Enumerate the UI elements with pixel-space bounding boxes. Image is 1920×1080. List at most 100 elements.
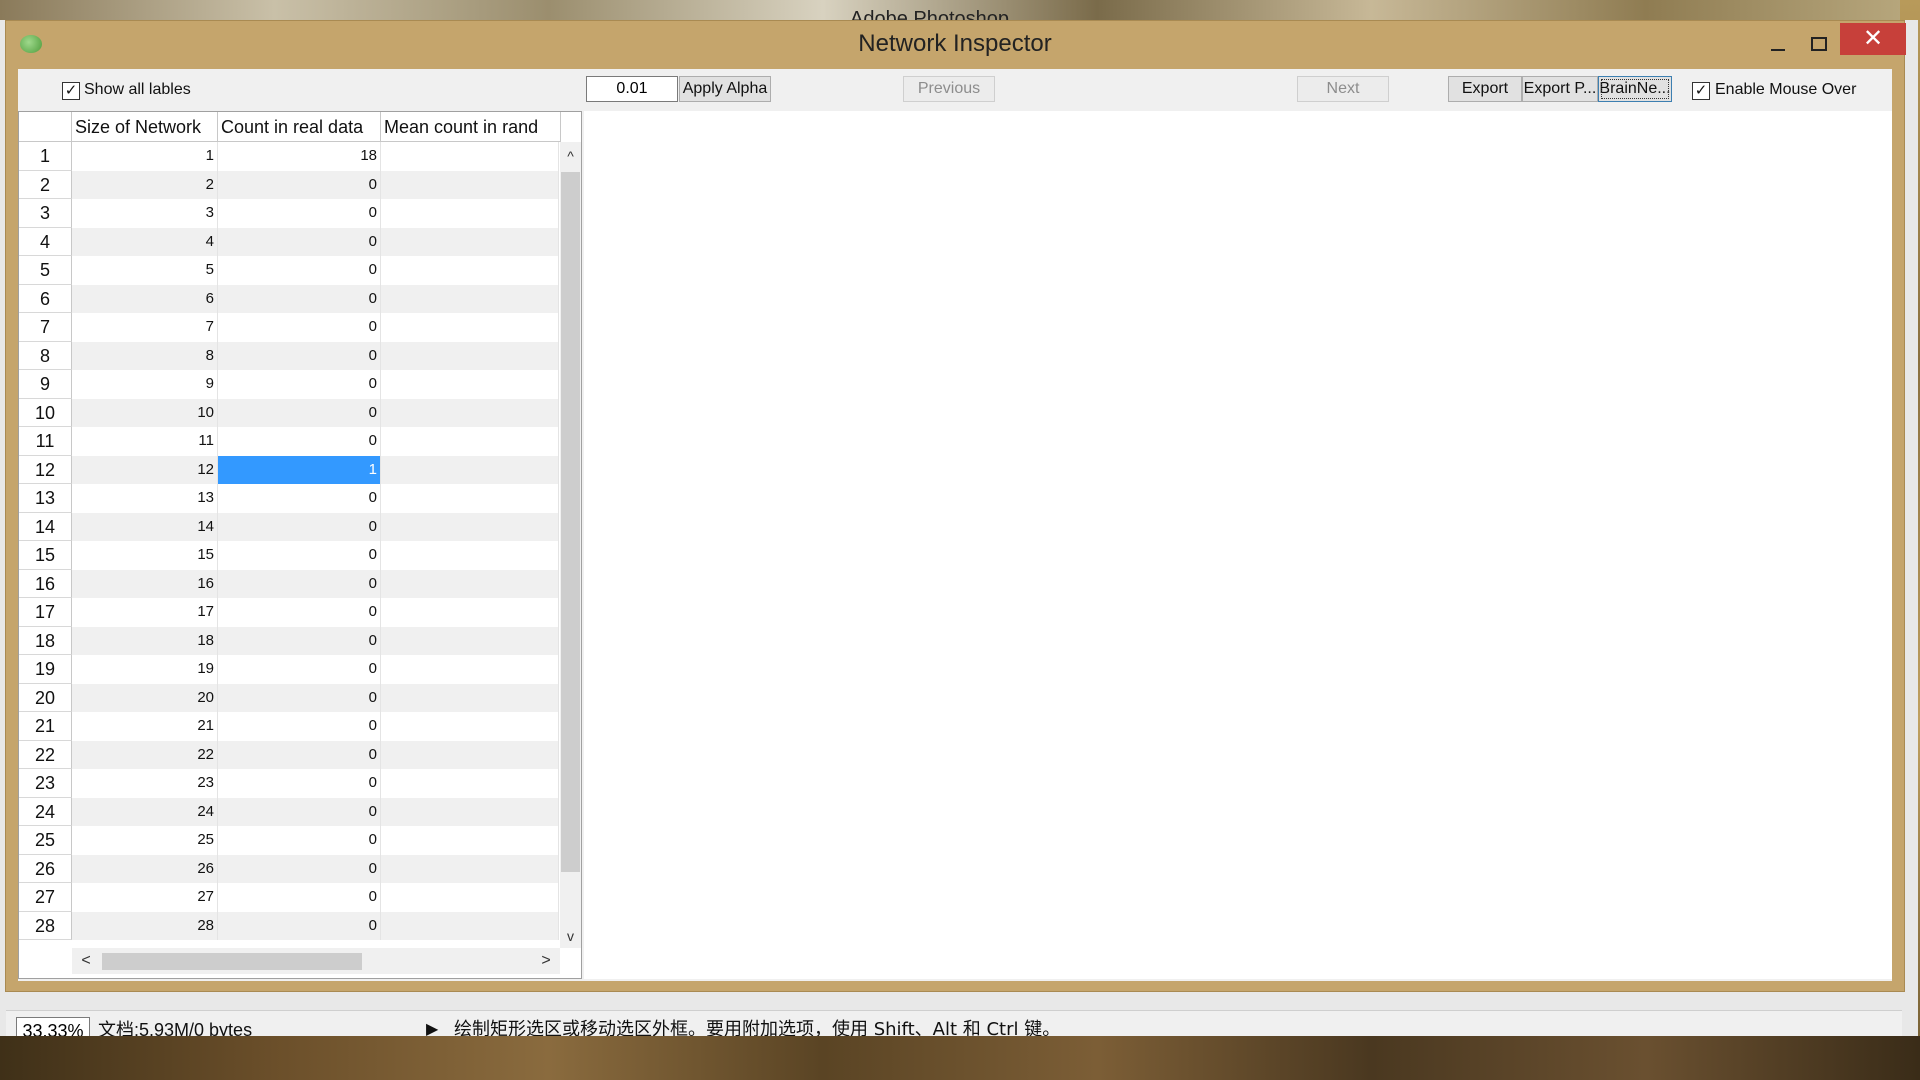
table-row[interactable]: 660: [19, 284, 559, 313]
cell-mean[interactable]: [381, 341, 559, 370]
row-number[interactable]: 17: [19, 598, 72, 627]
cell-size[interactable]: 13: [72, 484, 218, 513]
cell-size[interactable]: 19: [72, 655, 218, 684]
cell-count[interactable]: 0: [218, 512, 381, 541]
cell-count[interactable]: 0: [218, 797, 381, 826]
horizontal-scroll-thumb[interactable]: [102, 953, 362, 970]
cell-mean[interactable]: [381, 655, 559, 684]
cell-mean[interactable]: [381, 284, 559, 313]
cell-size[interactable]: 26: [72, 854, 218, 883]
next-button[interactable]: Next: [1297, 76, 1389, 102]
table-row[interactable]: 17 17 0: [19, 598, 559, 627]
row-number[interactable]: 15: [19, 541, 72, 570]
cell-mean[interactable]: [381, 427, 559, 456]
cell-size[interactable]: 28: [72, 911, 218, 940]
table-row[interactable]: 440: [19, 227, 559, 256]
row-number[interactable]: 16: [19, 569, 72, 598]
cell-size[interactable]: 9: [72, 370, 218, 399]
cell-count[interactable]: 18: [218, 142, 381, 171]
enable-mouse-over-checkbox[interactable]: ✓: [1692, 82, 1710, 100]
table-row[interactable]: 19 19 0: [19, 655, 559, 684]
row-number[interactable]: 25: [19, 826, 72, 855]
cell-mean[interactable]: [381, 569, 559, 598]
row-number[interactable]: 28: [19, 911, 72, 940]
table-row[interactable]: 18 18 0: [19, 626, 559, 655]
table-row[interactable]: 14 14 0: [19, 512, 559, 541]
cell-mean[interactable]: [381, 769, 559, 798]
table-row[interactable]: 1 1 18: [19, 142, 559, 171]
table-row[interactable]: 26 26 0: [19, 854, 559, 883]
vertical-scrollbar[interactable]: ^ v: [560, 142, 581, 948]
cell-mean[interactable]: [381, 712, 559, 741]
row-number[interactable]: 8: [19, 341, 72, 370]
cell-count[interactable]: 0: [218, 569, 381, 598]
scroll-up-icon[interactable]: ^: [560, 146, 581, 166]
table-row[interactable]: 21 21 0: [19, 712, 559, 741]
cell-mean[interactable]: [381, 484, 559, 513]
row-number[interactable]: 10: [19, 398, 72, 427]
column-header-count[interactable]: Count in real data: [218, 112, 381, 142]
table-row[interactable]: 25 25 0: [19, 826, 559, 855]
scroll-down-icon[interactable]: v: [560, 926, 581, 946]
row-number[interactable]: 7: [19, 313, 72, 342]
table-row[interactable]: 550: [19, 256, 559, 285]
row-number[interactable]: 6: [19, 284, 72, 313]
cell-count[interactable]: 0: [218, 740, 381, 769]
row-number[interactable]: 21: [19, 712, 72, 741]
row-number[interactable]: 24: [19, 797, 72, 826]
table-row[interactable]: 13 13 0: [19, 484, 559, 513]
table-row[interactable]: 990: [19, 370, 559, 399]
cell-count[interactable]: 0: [218, 769, 381, 798]
cell-size[interactable]: 5: [72, 256, 218, 285]
cell-mean[interactable]: [381, 256, 559, 285]
cell-mean[interactable]: [381, 313, 559, 342]
row-number[interactable]: 13: [19, 484, 72, 513]
cell-size[interactable]: 23: [72, 769, 218, 798]
row-number[interactable]: 12: [19, 455, 72, 484]
table-row[interactable]: 15 15 0: [19, 541, 559, 570]
maximize-button[interactable]: [1798, 29, 1838, 59]
cell-count[interactable]: 0: [218, 427, 381, 456]
cell-size[interactable]: 25: [72, 826, 218, 855]
cell-mean[interactable]: [381, 199, 559, 228]
show-all-labels-label[interactable]: Show all lables: [84, 79, 191, 101]
cell-mean[interactable]: [381, 911, 559, 940]
row-number[interactable]: 20: [19, 683, 72, 712]
scroll-right-icon[interactable]: >: [536, 951, 556, 971]
row-number[interactable]: 14: [19, 512, 72, 541]
cell-count[interactable]: 0: [218, 826, 381, 855]
cell-count[interactable]: 0: [218, 199, 381, 228]
cell-count[interactable]: 0: [218, 541, 381, 570]
table-row[interactable]: 10 10 0: [19, 398, 559, 427]
cell-size[interactable]: 22: [72, 740, 218, 769]
table-row[interactable]: 24 24 0: [19, 797, 559, 826]
table-row[interactable]: 330: [19, 199, 559, 228]
row-number[interactable]: 26: [19, 854, 72, 883]
cell-size[interactable]: 16: [72, 569, 218, 598]
cell-size[interactable]: 1: [72, 142, 218, 171]
cell-mean[interactable]: [381, 455, 559, 484]
cell-size[interactable]: 20: [72, 683, 218, 712]
cell-size[interactable]: 8: [72, 341, 218, 370]
cell-mean[interactable]: [381, 797, 559, 826]
cell-mean[interactable]: [381, 512, 559, 541]
minimize-button[interactable]: [1758, 29, 1798, 59]
cell-size[interactable]: 17: [72, 598, 218, 627]
cell-mean[interactable]: [381, 826, 559, 855]
row-number[interactable]: 4: [19, 227, 72, 256]
enable-mouse-over-label[interactable]: Enable Mouse Over: [1715, 79, 1856, 101]
cell-size[interactable]: 2: [72, 170, 218, 199]
horizontal-scrollbar[interactable]: < >: [72, 948, 560, 974]
cell-mean[interactable]: [381, 740, 559, 769]
table-row[interactable]: 220: [19, 170, 559, 199]
export-p-button[interactable]: Export P...: [1522, 76, 1598, 102]
cell-count[interactable]: 0: [218, 227, 381, 256]
table-row[interactable]: 11 11 0: [19, 427, 559, 456]
cell-mean[interactable]: [381, 227, 559, 256]
cell-size[interactable]: 14: [72, 512, 218, 541]
cell-size[interactable]: 15: [72, 541, 218, 570]
cell-count[interactable]: 0: [218, 284, 381, 313]
table-row[interactable]: 12 12 1: [19, 455, 559, 484]
cell-mean[interactable]: [381, 598, 559, 627]
apply-alpha-button[interactable]: Apply Alpha: [679, 76, 771, 102]
